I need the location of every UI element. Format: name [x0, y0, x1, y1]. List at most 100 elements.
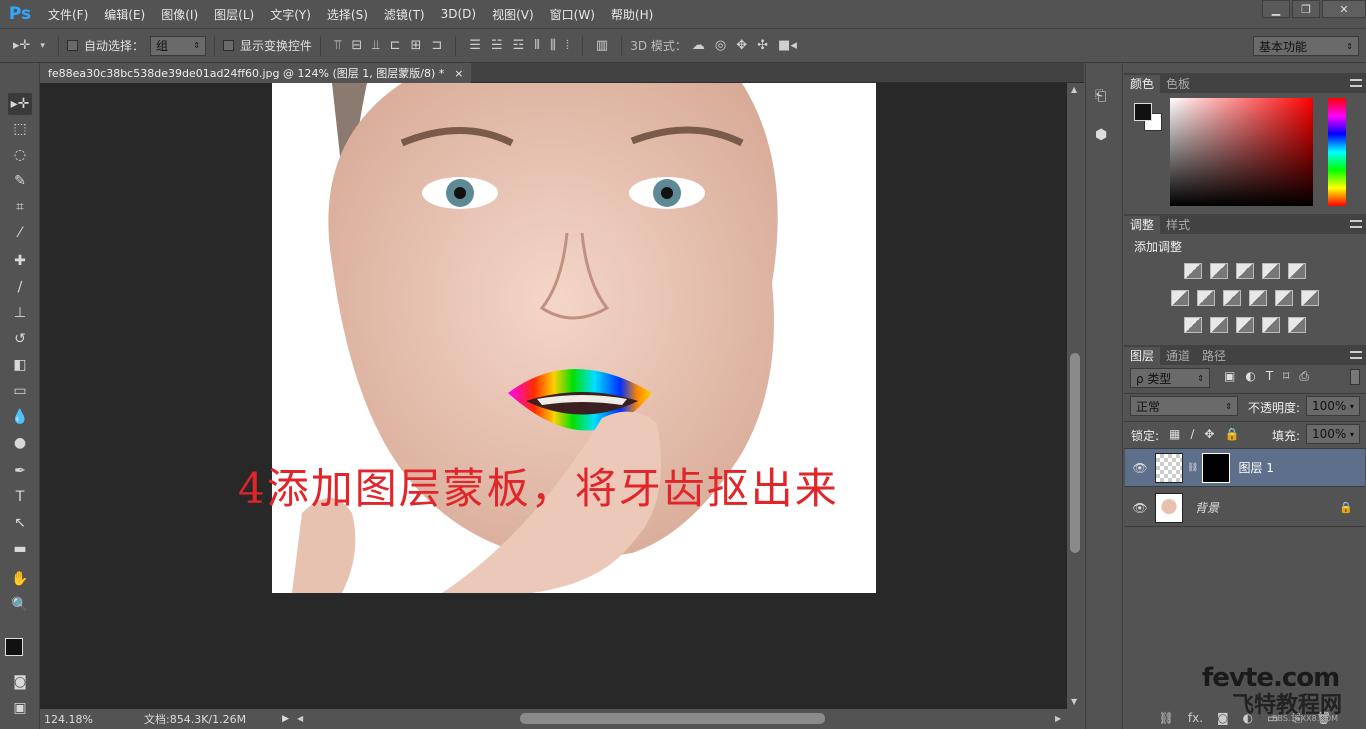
foreground-color-swatch[interactable] — [1134, 103, 1152, 121]
filter-shape-icon[interactable]: ⌑ — [1283, 369, 1289, 384]
align-top-icon[interactable]: ⫪ — [334, 38, 341, 53]
distribute-vcenter-icon[interactable]: ☱ — [491, 38, 503, 53]
align-vcenter-icon[interactable]: ⊟ — [351, 38, 362, 53]
stamp-tool-icon[interactable]: ⊥ — [8, 302, 32, 324]
hand-tool-icon[interactable]: ✋ — [8, 568, 32, 590]
fill-input[interactable]: 100% ▾ — [1306, 424, 1360, 444]
layer-name[interactable]: 背景 — [1195, 499, 1219, 516]
align-right-icon[interactable]: ⊐ — [431, 38, 442, 53]
lock-all-icon[interactable]: 🔒 — [1224, 427, 1239, 441]
3d-panel-icon[interactable]: ⬢ — [1095, 127, 1115, 147]
distribute-left-icon[interactable]: ⦀ — [534, 38, 540, 53]
align-bottom-icon[interactable]: ⫫ — [372, 38, 379, 53]
filter-pixel-icon[interactable]: ▣ — [1224, 369, 1235, 384]
distribute-hcenter-icon[interactable]: ⫼ — [550, 38, 556, 53]
screen-mode-icon[interactable]: ▣ — [8, 697, 32, 719]
brush-tool-icon[interactable]: ∕ — [8, 276, 32, 298]
link-layers-icon[interactable]: ⛓ — [1159, 711, 1174, 725]
color-picker-field[interactable] — [1170, 98, 1313, 206]
auto-select-dropdown[interactable]: 组 ⇕ — [149, 35, 206, 56]
layer-name[interactable]: 图层 1 — [1238, 459, 1273, 476]
color-lookup-icon[interactable] — [1301, 290, 1319, 306]
document-image[interactable] — [272, 83, 876, 593]
close-button[interactable]: ✕ — [1322, 0, 1366, 18]
zoom-level[interactable]: 124.18% — [44, 713, 140, 726]
history-panel-icon[interactable]: ⎗ — [1095, 88, 1115, 108]
threshold-icon[interactable] — [1236, 317, 1254, 333]
lock-transparent-icon[interactable]: ▦ — [1169, 427, 1180, 441]
3d-drag-icon[interactable]: ✥ — [736, 38, 747, 53]
auto-align-icon[interactable]: ▥ — [596, 38, 608, 53]
layer-thumbnail[interactable] — [1155, 452, 1183, 483]
lock-position-icon[interactable]: ✥ — [1204, 427, 1214, 441]
scroll-left-icon[interactable]: ◀ — [297, 714, 303, 723]
tab-paths[interactable]: 路径 — [1196, 347, 1232, 365]
fx-icon[interactable]: fx. — [1188, 711, 1203, 725]
visibility-eye-icon[interactable]: 👁 — [1125, 501, 1155, 515]
tab-adjustments[interactable]: 调整 — [1124, 216, 1161, 234]
filter-toggle[interactable] — [1350, 369, 1360, 385]
dodge-tool-icon[interactable]: ● — [8, 432, 32, 454]
distribute-bottom-icon[interactable]: ☲ — [513, 38, 525, 53]
auto-select-checkbox[interactable] — [66, 40, 78, 51]
menu-type[interactable]: 文字(Y) — [262, 6, 319, 23]
gradient-map-icon[interactable] — [1288, 317, 1306, 333]
add-mask-icon[interactable]: ◙ — [1217, 711, 1229, 725]
menu-image[interactable]: 图像(I) — [153, 6, 206, 23]
panel-menu-icon[interactable] — [1350, 351, 1362, 359]
zoom-tool-icon[interactable]: 🔍 — [8, 594, 32, 616]
panel-menu-icon[interactable] — [1350, 79, 1362, 87]
posterize-icon[interactable] — [1210, 317, 1228, 333]
layer-row-layer1[interactable]: 👁 ⛓ 图层 1 — [1125, 449, 1365, 487]
menu-edit[interactable]: 编辑(E) — [96, 6, 153, 23]
chevron-down-icon[interactable]: ▾ — [40, 41, 45, 51]
type-tool-icon[interactable]: T — [8, 486, 32, 508]
show-transform-checkbox[interactable] — [222, 40, 234, 51]
blend-mode-dropdown[interactable]: 正常 ⇕ — [1130, 396, 1238, 416]
quick-select-tool-icon[interactable]: ✎ — [8, 170, 32, 192]
lasso-tool-icon[interactable]: ◌ — [8, 144, 32, 166]
3d-rotate-icon[interactable]: ☁ — [692, 38, 705, 53]
shape-tool-icon[interactable]: ▬ — [8, 538, 32, 560]
workspace-dropdown[interactable]: 基本功能 ⇕ — [1253, 36, 1359, 56]
menu-file[interactable]: 文件(F) — [40, 6, 96, 23]
menu-help[interactable]: 帮助(H) — [603, 6, 661, 23]
3d-scale-icon[interactable]: ■◂ — [778, 38, 797, 53]
visibility-eye-icon[interactable]: 👁 — [1125, 461, 1155, 475]
photo-filter-icon[interactable] — [1249, 290, 1267, 306]
menu-filter[interactable]: 滤镜(T) — [376, 6, 433, 23]
color-balance-icon[interactable] — [1197, 290, 1215, 306]
healing-brush-tool-icon[interactable]: ✚ — [8, 250, 32, 272]
align-hcenter-icon[interactable]: ⊞ — [410, 38, 421, 53]
black-white-icon[interactable] — [1223, 290, 1241, 306]
levels-icon[interactable] — [1210, 263, 1228, 279]
horizontal-scrollbar[interactable]: ◀ ▶ — [295, 710, 1067, 728]
filter-type-icon[interactable]: T — [1266, 369, 1273, 384]
panel-menu-icon[interactable] — [1350, 220, 1362, 228]
eyedropper-tool-icon[interactable]: ⁄ — [8, 222, 32, 244]
tab-swatches[interactable]: 色板 — [1160, 75, 1196, 93]
status-menu-arrow-icon[interactable]: ▶ — [282, 714, 289, 724]
layer-mask-thumbnail[interactable] — [1202, 452, 1231, 483]
vibrance-icon[interactable] — [1288, 263, 1306, 279]
lock-pixels-icon[interactable]: ∕ — [1190, 427, 1194, 441]
hue-saturation-icon[interactable] — [1171, 290, 1189, 306]
filter-smart-icon[interactable]: ⎙ — [1299, 369, 1309, 384]
quick-mask-icon[interactable]: ◙ — [8, 671, 32, 693]
layer-row-background[interactable]: 👁 背景 🔒 — [1125, 489, 1365, 527]
distribute-top-icon[interactable]: ☰ — [469, 38, 481, 53]
align-left-icon[interactable]: ⊏ — [390, 38, 401, 53]
invert-icon[interactable] — [1184, 317, 1202, 333]
menu-select[interactable]: 选择(S) — [319, 6, 376, 23]
blur-tool-icon[interactable]: 💧 — [8, 406, 32, 428]
tab-styles[interactable]: 样式 — [1160, 216, 1196, 234]
brightness-icon[interactable] — [1184, 263, 1202, 279]
opacity-input[interactable]: 100% ▾ — [1306, 396, 1360, 416]
selective-color-icon[interactable] — [1262, 317, 1280, 333]
distribute-right-icon[interactable]: ⦙ — [566, 38, 569, 53]
vertical-scrollbar[interactable]: ▲ ▼ — [1067, 83, 1084, 709]
channel-mixer-icon[interactable] — [1275, 290, 1293, 306]
menu-layer[interactable]: 图层(L) — [206, 6, 262, 23]
scroll-down-icon[interactable]: ▼ — [1071, 697, 1077, 706]
layer-filter-dropdown[interactable]: ρ 类型 ⇕ — [1130, 368, 1210, 388]
